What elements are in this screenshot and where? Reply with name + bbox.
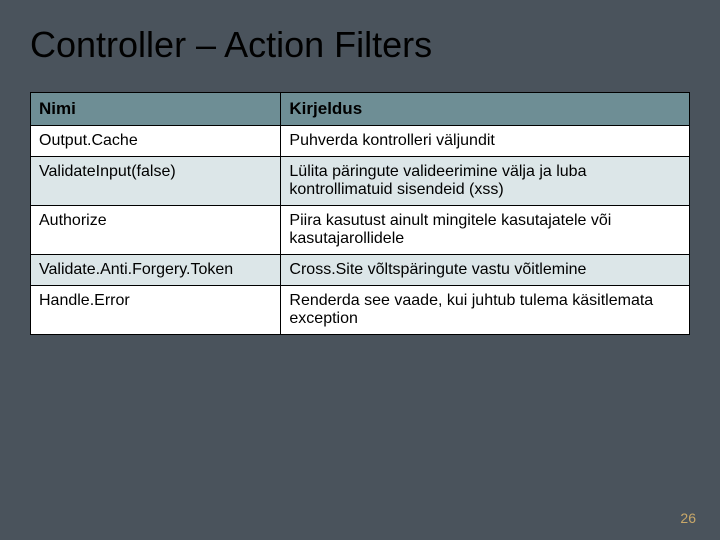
cell-name: Output.Cache: [31, 126, 281, 157]
slide: Controller – Action Filters Nimi Kirjeld…: [0, 0, 720, 540]
cell-desc: Lülita päringute valideerimine välja ja …: [281, 157, 690, 206]
filters-table: Nimi Kirjeldus Output.Cache Puhverda kon…: [30, 92, 690, 335]
table-row: Output.Cache Puhverda kontrolleri väljun…: [31, 126, 690, 157]
cell-name: Validate.Anti.Forgery.Token: [31, 255, 281, 286]
cell-name: Authorize: [31, 206, 281, 255]
table-row: ValidateInput(false) Lülita päringute va…: [31, 157, 690, 206]
table-header-name: Nimi: [31, 93, 281, 126]
cell-name: ValidateInput(false): [31, 157, 281, 206]
table-row: Handle.Error Renderda see vaade, kui juh…: [31, 286, 690, 335]
page-number: 26: [680, 510, 696, 526]
cell-name: Handle.Error: [31, 286, 281, 335]
table-row: Validate.Anti.Forgery.Token Cross.Site v…: [31, 255, 690, 286]
cell-desc: Renderda see vaade, kui juhtub tulema kä…: [281, 286, 690, 335]
table-header-desc: Kirjeldus: [281, 93, 690, 126]
page-title: Controller – Action Filters: [30, 20, 690, 66]
cell-desc: Puhverda kontrolleri väljundit: [281, 126, 690, 157]
table-row: Authorize Piira kasutust ainult mingitel…: [31, 206, 690, 255]
table-header-row: Nimi Kirjeldus: [31, 93, 690, 126]
cell-desc: Cross.Site võltspäringute vastu võitlemi…: [281, 255, 690, 286]
cell-desc: Piira kasutust ainult mingitele kasutaja…: [281, 206, 690, 255]
